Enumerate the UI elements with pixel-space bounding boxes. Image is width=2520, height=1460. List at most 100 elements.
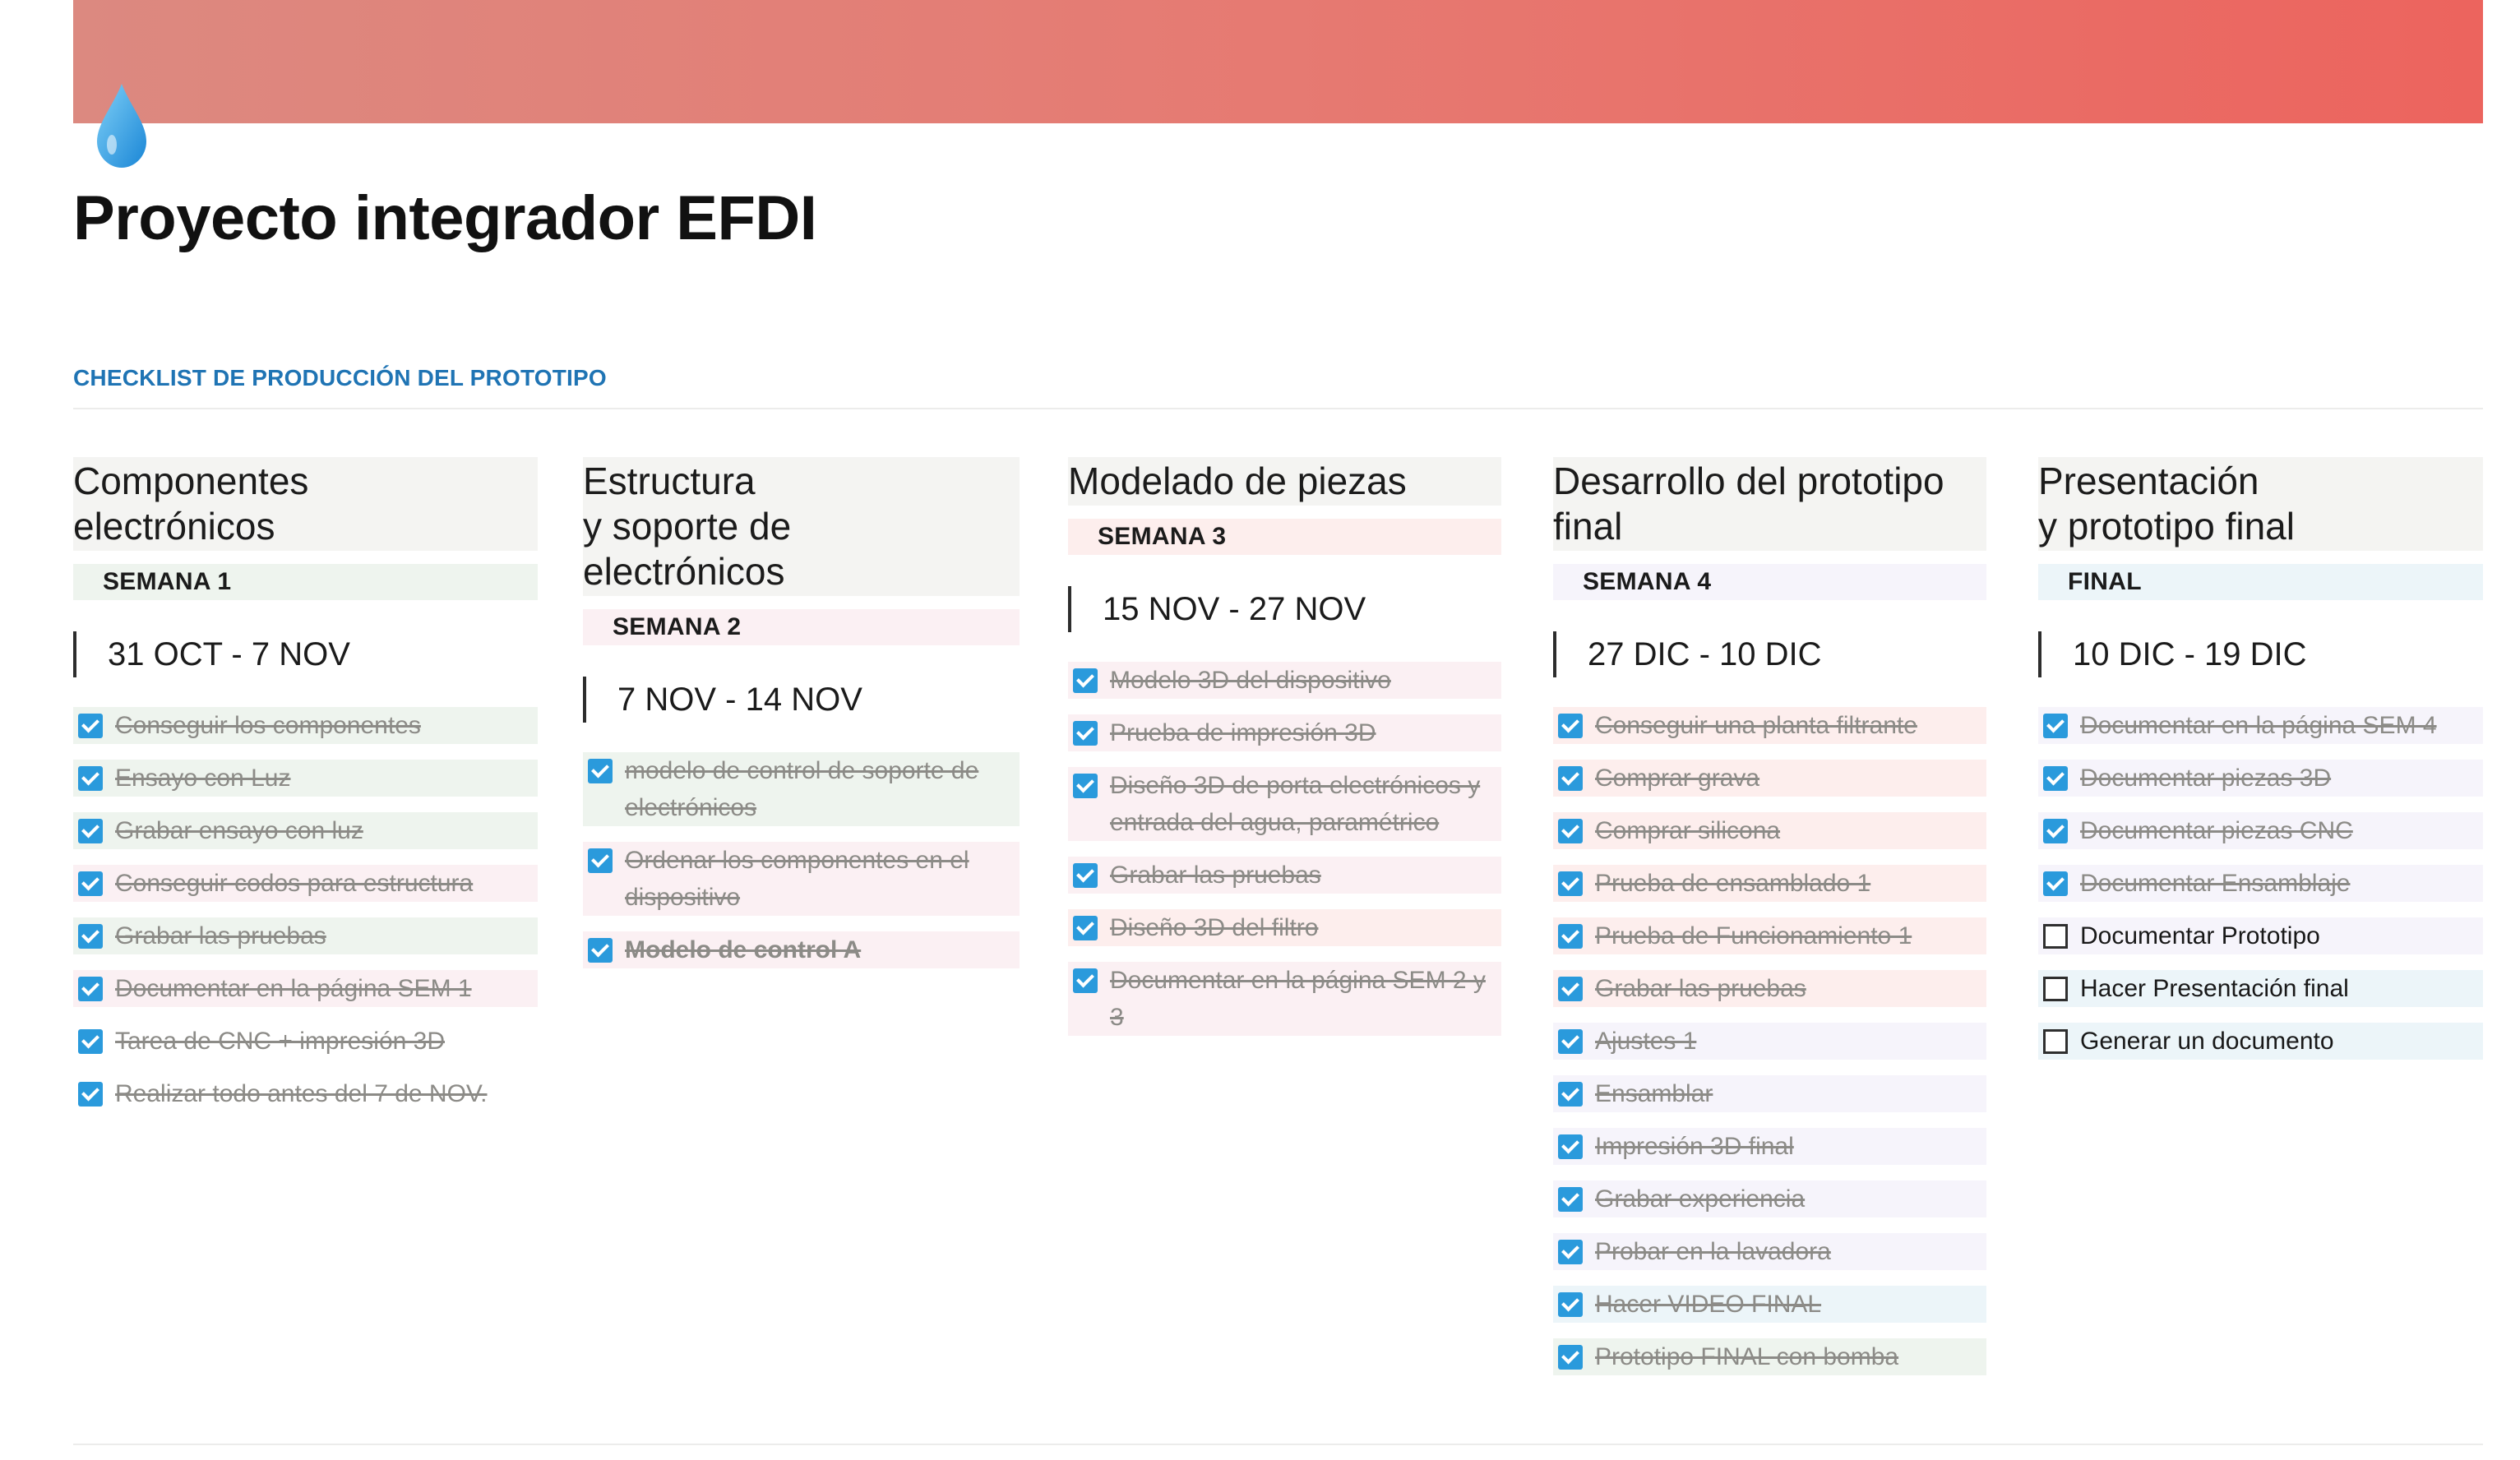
checkbox-checked-icon[interactable] bbox=[2043, 871, 2068, 896]
todo-item[interactable]: Generar un documento bbox=[2038, 1023, 2483, 1060]
todo-item[interactable]: Realizar todo antes del 7 de NOV. bbox=[73, 1075, 538, 1112]
checkbox-checked-icon[interactable] bbox=[1073, 774, 1098, 798]
checkbox-checked-icon[interactable] bbox=[78, 1082, 103, 1107]
date-range-quote[interactable]: 15 NOV - 27 NOV bbox=[1068, 586, 1501, 632]
page-title[interactable]: Proyecto integrador EFDI bbox=[73, 182, 817, 254]
todo-item[interactable]: Comprar silicona bbox=[1553, 812, 1986, 849]
todo-label[interactable]: Grabar las pruebas bbox=[1110, 857, 1498, 894]
todo-label[interactable]: Modelo 3D del dispositivo bbox=[1110, 662, 1498, 699]
column-title[interactable]: Desarrollo del prototipo final bbox=[1553, 457, 1986, 551]
todo-item[interactable]: Prueba de ensamblado 1 bbox=[1553, 865, 1986, 902]
checkbox-checked-icon[interactable] bbox=[588, 848, 613, 873]
todo-item[interactable]: Tarea de CNC + impresión 3D bbox=[73, 1023, 538, 1060]
todo-item[interactable]: Grabar las pruebas bbox=[1068, 857, 1501, 894]
checkbox-checked-icon[interactable] bbox=[78, 977, 103, 1001]
todo-label[interactable]: Conseguir codos para estructura bbox=[115, 865, 534, 902]
todo-label[interactable]: Realizar todo antes del 7 de NOV. bbox=[115, 1075, 534, 1112]
column-title[interactable]: Modelado de piezas bbox=[1068, 457, 1501, 506]
todo-label[interactable]: Prueba de impresión 3D bbox=[1110, 714, 1498, 751]
todo-label[interactable]: Grabar experiencia bbox=[1595, 1180, 1983, 1217]
todo-label[interactable]: Prueba de ensamblado 1 bbox=[1595, 865, 1983, 902]
todo-item[interactable]: Grabar ensayo con luz bbox=[73, 812, 538, 849]
page-cover[interactable] bbox=[73, 0, 2483, 123]
checkbox-checked-icon[interactable] bbox=[2043, 766, 2068, 791]
checkbox-checked-icon[interactable] bbox=[78, 1029, 103, 1054]
todo-label[interactable]: Documentar en la página SEM 2 y 3 bbox=[1110, 962, 1498, 1036]
todo-item[interactable]: Documentar en la página SEM 1 bbox=[73, 970, 538, 1007]
todo-label[interactable]: Documentar en la página SEM 4 bbox=[2080, 707, 2480, 744]
column-title[interactable]: Presentación y prototipo final bbox=[2038, 457, 2483, 551]
todo-item[interactable]: Conseguir codos para estructura bbox=[73, 865, 538, 902]
checkbox-checked-icon[interactable] bbox=[2043, 819, 2068, 843]
checkbox-checked-icon[interactable] bbox=[1073, 721, 1098, 746]
week-label[interactable]: SEMANA 4 bbox=[1553, 564, 1986, 600]
checkbox-checked-icon[interactable] bbox=[1558, 714, 1583, 738]
todo-item[interactable]: Documentar en la página SEM 4 bbox=[2038, 707, 2483, 744]
todo-item[interactable]: Prueba de impresión 3D bbox=[1068, 714, 1501, 751]
checkbox-unchecked-icon[interactable] bbox=[2043, 977, 2068, 1001]
checkbox-checked-icon[interactable] bbox=[1073, 968, 1098, 993]
todo-item[interactable]: Hacer Presentación final bbox=[2038, 970, 2483, 1007]
todo-label[interactable]: Documentar piezas 3D bbox=[2080, 760, 2480, 797]
checkbox-checked-icon[interactable] bbox=[2043, 714, 2068, 738]
todo-label[interactable]: modelo de control de soporte de electrón… bbox=[625, 752, 1016, 826]
checkbox-checked-icon[interactable] bbox=[1558, 766, 1583, 791]
todo-item[interactable]: Comprar grava bbox=[1553, 760, 1986, 797]
todo-label[interactable]: Probar en la lavadora bbox=[1595, 1233, 1983, 1270]
water-drop-icon[interactable] bbox=[94, 81, 150, 171]
checkbox-checked-icon[interactable] bbox=[1558, 871, 1583, 896]
todo-item[interactable]: Grabar las pruebas bbox=[1553, 970, 1986, 1007]
week-label[interactable]: SEMANA 2 bbox=[583, 609, 1020, 645]
todo-item[interactable]: Grabar experiencia bbox=[1553, 1180, 1986, 1217]
checkbox-checked-icon[interactable] bbox=[588, 759, 613, 783]
todo-label[interactable]: Grabar ensayo con luz bbox=[115, 812, 534, 849]
checkbox-checked-icon[interactable] bbox=[1558, 1345, 1583, 1370]
todo-label[interactable]: Impresión 3D final bbox=[1595, 1128, 1983, 1165]
todo-item[interactable]: Hacer VIDEO FINAL bbox=[1553, 1286, 1986, 1323]
checkbox-unchecked-icon[interactable] bbox=[2043, 924, 2068, 949]
date-range-quote[interactable]: 10 DIC - 19 DIC bbox=[2038, 631, 2483, 677]
checkbox-checked-icon[interactable] bbox=[78, 871, 103, 896]
todo-label[interactable]: Prueba de Funcionamiento 1 bbox=[1595, 917, 1983, 954]
checkbox-checked-icon[interactable] bbox=[1558, 1082, 1583, 1107]
todo-item[interactable]: Impresión 3D final bbox=[1553, 1128, 1986, 1165]
todo-item[interactable]: Prototipo FINAL con bomba bbox=[1553, 1338, 1986, 1375]
todo-label[interactable]: Ensamblar bbox=[1595, 1075, 1983, 1112]
todo-item[interactable]: Ensamblar bbox=[1553, 1075, 1986, 1112]
checkbox-checked-icon[interactable] bbox=[78, 819, 103, 843]
todo-item[interactable]: Diseño 3D del filtro bbox=[1068, 909, 1501, 946]
checkbox-checked-icon[interactable] bbox=[1558, 977, 1583, 1001]
todo-item[interactable]: Modelo de control A bbox=[583, 931, 1020, 968]
todo-label[interactable]: Documentar piezas CNC bbox=[2080, 812, 2480, 849]
todo-label[interactable]: Ajustes 1 bbox=[1595, 1023, 1983, 1060]
todo-label[interactable]: Grabar las pruebas bbox=[1595, 970, 1983, 1007]
checkbox-checked-icon[interactable] bbox=[1558, 1240, 1583, 1264]
todo-item[interactable]: modelo de control de soporte de electrón… bbox=[583, 752, 1020, 826]
todo-label[interactable]: Documentar Prototipo bbox=[2080, 917, 2480, 954]
checkbox-checked-icon[interactable] bbox=[1558, 924, 1583, 949]
checkbox-unchecked-icon[interactable] bbox=[2043, 1029, 2068, 1054]
checkbox-checked-icon[interactable] bbox=[1558, 819, 1583, 843]
checkbox-checked-icon[interactable] bbox=[1558, 1029, 1583, 1054]
todo-label[interactable]: Conseguir los componentes bbox=[115, 707, 534, 744]
todo-item[interactable]: Documentar en la página SEM 2 y 3 bbox=[1068, 962, 1501, 1036]
todo-label[interactable]: Conseguir una planta filtrante bbox=[1595, 707, 1983, 744]
todo-label[interactable]: Ensayo con Luz bbox=[115, 760, 534, 797]
checkbox-checked-icon[interactable] bbox=[78, 766, 103, 791]
todo-item[interactable]: Ensayo con Luz bbox=[73, 760, 538, 797]
todo-label[interactable]: Comprar silicona bbox=[1595, 812, 1983, 849]
date-range-quote[interactable]: 7 NOV - 14 NOV bbox=[583, 677, 1020, 723]
todo-label[interactable]: Tarea de CNC + impresión 3D bbox=[115, 1023, 534, 1060]
checkbox-checked-icon[interactable] bbox=[1073, 668, 1098, 693]
todo-label[interactable]: Modelo de control A bbox=[625, 931, 1016, 968]
todo-item[interactable]: Conseguir los componentes bbox=[73, 707, 538, 744]
todo-item[interactable]: Documentar Ensamblaje bbox=[2038, 865, 2483, 902]
todo-item[interactable]: Probar en la lavadora bbox=[1553, 1233, 1986, 1270]
date-range-quote[interactable]: 31 OCT - 7 NOV bbox=[73, 631, 538, 677]
checkbox-checked-icon[interactable] bbox=[78, 924, 103, 949]
todo-item[interactable]: Documentar Prototipo bbox=[2038, 917, 2483, 954]
todo-item[interactable]: Grabar las pruebas bbox=[73, 917, 538, 954]
todo-item[interactable]: Ajustes 1 bbox=[1553, 1023, 1986, 1060]
column-title[interactable]: Estructura y soporte de electrónicos bbox=[583, 457, 1020, 596]
todo-label[interactable]: Prototipo FINAL con bomba bbox=[1595, 1338, 1983, 1375]
